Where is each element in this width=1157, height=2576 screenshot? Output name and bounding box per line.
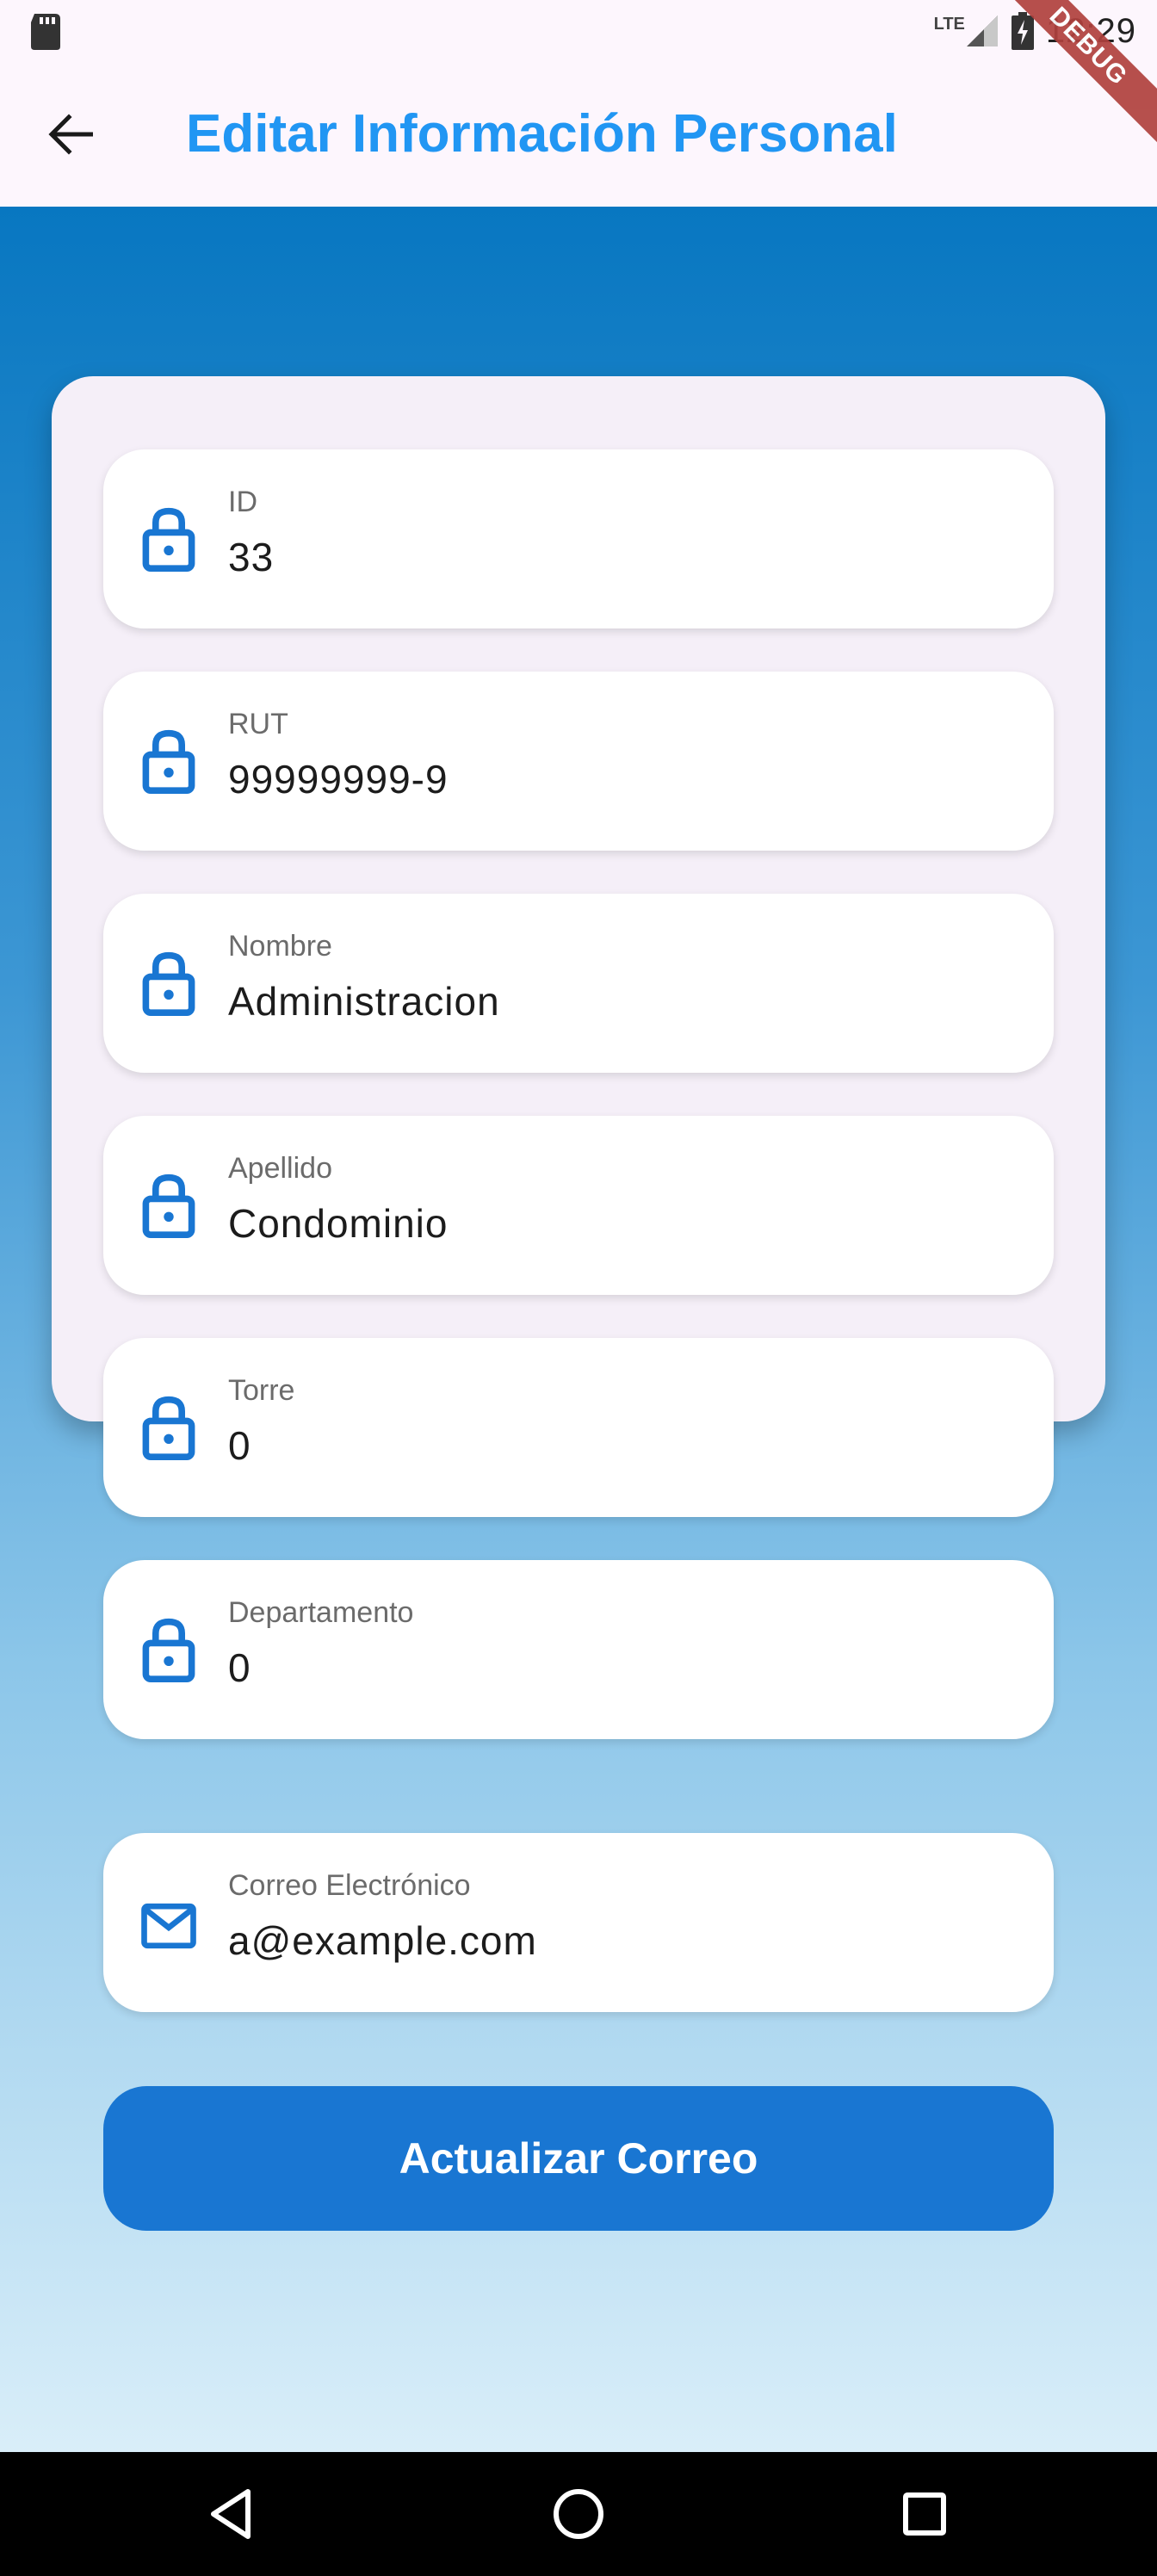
battery-charging-icon: [1011, 12, 1034, 50]
id-label: ID: [228, 486, 257, 518]
rut-field[interactable]: RUT 99999999-9: [103, 672, 1054, 851]
app-bar: Editar Información Personal: [0, 62, 1157, 207]
lock-icon: [142, 1173, 195, 1238]
home-circle-icon[interactable]: [548, 2483, 609, 2545]
sd-card-icon: [31, 14, 60, 50]
departamento-label: Departamento: [228, 1596, 414, 1629]
torre-label: Torre: [228, 1374, 295, 1407]
lock-icon: [142, 507, 195, 572]
nombre-value: Administracion: [228, 979, 500, 1024]
mail-icon: [141, 1903, 196, 1949]
id-value: 33: [228, 535, 275, 579]
departamento-field[interactable]: Departamento 0: [103, 1560, 1054, 1739]
apellido-label: Apellido: [228, 1152, 332, 1185]
network-type-label: LTE: [933, 14, 965, 34]
email-value: a@example.com: [228, 1918, 537, 1963]
update-email-button[interactable]: Actualizar Correo: [103, 2086, 1054, 2231]
nombre-label: Nombre: [228, 930, 332, 963]
arrow-back-icon: [48, 114, 93, 155]
email-label: Correo Electrónico: [228, 1869, 471, 1902]
lock-icon: [142, 1618, 195, 1682]
apellido-field[interactable]: Apellido Condominio: [103, 1116, 1054, 1295]
apellido-value: Condominio: [228, 1201, 449, 1246]
signal-icon: [966, 15, 998, 46]
lock-icon: [142, 729, 195, 794]
back-triangle-icon[interactable]: [203, 2483, 265, 2545]
nombre-field[interactable]: Nombre Administracion: [103, 894, 1054, 1073]
torre-field[interactable]: Torre 0: [103, 1338, 1054, 1517]
departamento-value: 0: [228, 1645, 251, 1690]
page-title: Editar Información Personal: [186, 104, 898, 164]
email-field[interactable]: Correo Electrónico a@example.com: [103, 1833, 1054, 2012]
id-field[interactable]: ID 33: [103, 449, 1054, 629]
lock-icon: [142, 1396, 195, 1460]
back-button[interactable]: [43, 107, 98, 162]
rut-value: 99999999-9: [228, 757, 449, 802]
recents-square-icon[interactable]: [894, 2483, 956, 2545]
rut-label: RUT: [228, 708, 288, 740]
personal-info-card: ID 33 RUT 99999999-9 Nombre Administraci…: [52, 376, 1105, 2231]
system-nav-bar: [0, 2452, 1157, 2576]
status-bar: LTE 12:29: [0, 0, 1157, 62]
torre-value: 0: [228, 1423, 251, 1468]
lock-icon: [142, 951, 195, 1016]
